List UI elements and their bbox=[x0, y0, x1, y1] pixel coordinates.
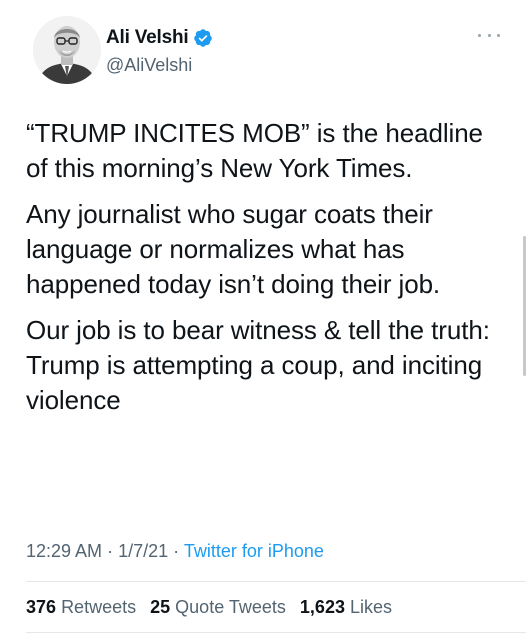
more-options-icon[interactable] bbox=[478, 30, 500, 40]
tweet-paragraph: Any journalist who sugar coats their lan… bbox=[26, 199, 441, 299]
quote-tweets-count: 25 bbox=[150, 597, 171, 617]
quote-tweets-stat[interactable]: 25 Quote Tweets bbox=[150, 597, 286, 617]
tweet-date[interactable]: 1/7/21 bbox=[118, 541, 168, 561]
likes-count: 1,623 bbox=[299, 597, 345, 617]
avatar[interactable] bbox=[33, 16, 101, 84]
author-display-name[interactable]: Ali Velshi bbox=[106, 25, 189, 51]
avatar-portrait bbox=[33, 16, 101, 84]
quote-tweets-label: Quote Tweets bbox=[175, 597, 286, 617]
divider bbox=[26, 581, 526, 582]
verified-badge-icon bbox=[193, 28, 213, 48]
likes-label: Likes bbox=[349, 597, 393, 617]
tweet-paragraph: Our job is to bear witness & tell the tr… bbox=[26, 315, 490, 415]
divider bbox=[26, 632, 526, 633]
tweet-detail: Ali Velshi @AliVelshi “TRUMP INCITES MOB… bbox=[0, 0, 526, 639]
retweets-stat[interactable]: 376 Retweets bbox=[26, 597, 136, 617]
tweet-source-link[interactable]: Twitter for iPhone bbox=[184, 541, 324, 561]
likes-stat[interactable]: 1,623 Likes bbox=[300, 597, 392, 617]
retweets-count: 376 bbox=[26, 597, 57, 617]
author-handle[interactable]: @AliVelshi bbox=[106, 52, 192, 78]
tweet-time[interactable]: 12:29 AM bbox=[26, 541, 102, 561]
tweet-paragraph: “TRUMP INCITES MOB” is the headline of t… bbox=[26, 118, 483, 183]
author-name-row[interactable]: Ali Velshi bbox=[106, 25, 213, 51]
retweets-label: Retweets bbox=[61, 597, 137, 617]
tweet-meta: 12:29 AM · 1/7/21 · Twitter for iPhone bbox=[26, 538, 324, 564]
tweet-text: “TRUMP INCITES MOB” is the headline of t… bbox=[26, 116, 506, 429]
tweet-header: Ali Velshi @AliVelshi bbox=[26, 14, 526, 94]
meta-separator: · bbox=[173, 541, 180, 561]
meta-separator: · bbox=[107, 541, 114, 561]
tweet-stats: 376 Retweets 25 Quote Tweets 1,623 Likes bbox=[26, 594, 401, 620]
